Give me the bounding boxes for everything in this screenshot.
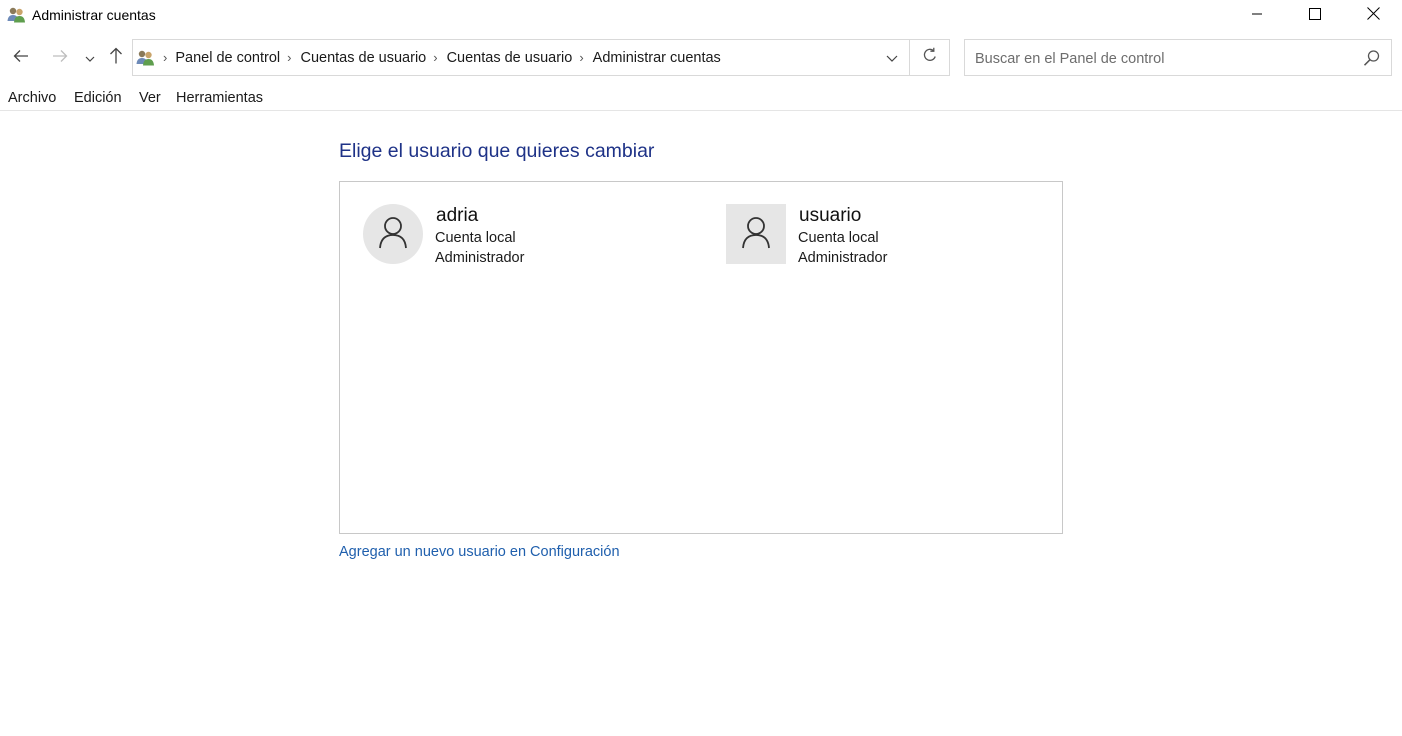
user-role: Administrador bbox=[798, 250, 888, 266]
user-account-type: Cuenta local bbox=[435, 230, 516, 246]
user-account-type: Cuenta local bbox=[798, 230, 879, 246]
minimize-icon bbox=[1251, 7, 1263, 25]
arrow-left-icon bbox=[13, 49, 29, 68]
chevron-down-icon bbox=[85, 49, 95, 67]
title-bar: Administrar cuentas bbox=[0, 0, 1402, 31]
menu-herramientas[interactable]: Herramientas bbox=[176, 90, 263, 106]
close-icon bbox=[1366, 6, 1380, 25]
breadcrumb-panel-de-control[interactable]: Panel de control bbox=[175, 50, 280, 66]
navigation-bar: › Panel de control › Cuentas de usuario … bbox=[0, 38, 1402, 78]
user-name[interactable]: adria bbox=[436, 205, 478, 227]
maximize-icon bbox=[1309, 7, 1321, 25]
close-button[interactable] bbox=[1344, 0, 1402, 31]
menu-bar: Archivo Edición Ver Herramientas bbox=[0, 88, 1402, 111]
window-title: Administrar cuentas bbox=[32, 7, 156, 23]
refresh-icon bbox=[922, 47, 938, 68]
address-dropdown-button[interactable] bbox=[875, 40, 909, 75]
up-button[interactable] bbox=[103, 38, 129, 78]
avatar[interactable] bbox=[726, 204, 786, 264]
search-box bbox=[964, 39, 1392, 77]
recent-locations-button[interactable] bbox=[78, 38, 102, 78]
breadcrumb-cuentas-de-usuario[interactable]: Cuentas de usuario bbox=[300, 50, 426, 66]
breadcrumb-administrar-cuentas[interactable]: Administrar cuentas bbox=[593, 50, 721, 66]
back-button[interactable] bbox=[8, 38, 34, 78]
add-user-link[interactable]: Agregar un nuevo usuario en Configuració… bbox=[339, 544, 620, 560]
user-role: Administrador bbox=[435, 250, 525, 266]
user-name[interactable]: usuario bbox=[799, 205, 861, 227]
address-bar[interactable]: › Panel de control › Cuentas de usuario … bbox=[132, 39, 950, 76]
search-icon[interactable] bbox=[1363, 49, 1381, 67]
user-list: adria Cuenta local Administrador usuario… bbox=[339, 181, 1063, 534]
avatar[interactable] bbox=[363, 204, 423, 264]
menu-edicion[interactable]: Edición bbox=[74, 90, 122, 106]
page-title: Elige el usuario que quieres cambiar bbox=[339, 140, 655, 162]
chevron-down-icon bbox=[886, 49, 898, 67]
users-icon bbox=[136, 49, 156, 67]
user-card-adria[interactable]: adria Cuenta local Administrador bbox=[363, 204, 693, 274]
menu-archivo[interactable]: Archivo bbox=[8, 90, 56, 106]
minimize-button[interactable] bbox=[1228, 0, 1286, 31]
chevron-right-icon[interactable]: › bbox=[579, 50, 583, 65]
forward-button[interactable] bbox=[47, 38, 73, 78]
chevron-right-icon[interactable]: › bbox=[163, 50, 167, 65]
refresh-button[interactable] bbox=[909, 39, 950, 76]
breadcrumb: › Panel de control › Cuentas de usuario … bbox=[163, 40, 721, 75]
breadcrumb-cuentas-de-usuario-2[interactable]: Cuentas de usuario bbox=[447, 50, 573, 66]
users-icon bbox=[7, 6, 27, 24]
user-icon bbox=[741, 215, 771, 254]
menu-ver[interactable]: Ver bbox=[139, 90, 161, 106]
user-card-usuario[interactable]: usuario Cuenta local Administrador bbox=[726, 204, 1056, 274]
search-input[interactable] bbox=[973, 40, 1357, 77]
chevron-right-icon[interactable]: › bbox=[287, 50, 291, 65]
maximize-button[interactable] bbox=[1286, 0, 1344, 31]
chevron-right-icon[interactable]: › bbox=[433, 50, 437, 65]
user-icon bbox=[378, 215, 408, 254]
arrow-right-icon bbox=[52, 49, 68, 68]
arrow-up-icon bbox=[109, 47, 123, 69]
